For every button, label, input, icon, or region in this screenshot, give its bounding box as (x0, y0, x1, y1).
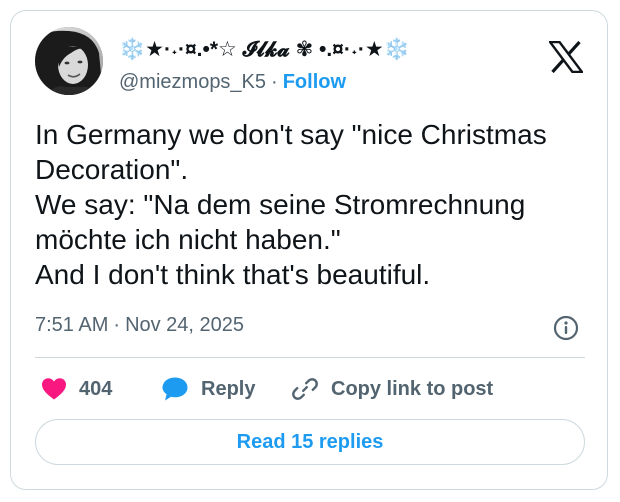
author-handle[interactable]: @miezmops_K5 (119, 71, 266, 93)
x-logo-icon[interactable] (547, 40, 585, 74)
follow-button[interactable]: Follow (283, 71, 346, 93)
divider (35, 357, 585, 358)
tweet-text-line: In Germany we don't say "nice Christmas (35, 119, 547, 150)
link-icon (292, 378, 318, 400)
speech-bubble-icon (162, 377, 188, 401)
tweet-text-line: And I don't think that's beautiful. (35, 259, 431, 290)
reply-label: Reply (201, 377, 256, 400)
read-replies-label: Read 15 replies (236, 430, 384, 453)
avatar[interactable] (35, 27, 103, 95)
tweet-text-line: Decoration". (35, 154, 189, 185)
copy-link-label: Copy link to post (331, 377, 494, 400)
info-icon[interactable] (552, 314, 580, 342)
tweet-text-line: We say: "Na dem seine Stromrechnung (35, 189, 526, 220)
avatar-photo (35, 27, 103, 95)
heart-icon (42, 378, 66, 400)
author-display-name[interactable]: ❄️★·˖·¤.•*☆ 𝓘𝓵𝓴𝓪 ✾ •.¤·˖·★❄️ (119, 37, 410, 63)
meta-separator: · (271, 71, 278, 93)
copy-link-button[interactable]: Copy link to post (291, 373, 493, 405)
timestamp-separator: · (113, 314, 121, 336)
tweet-time: 7:51 AM (35, 314, 109, 336)
reply-button[interactable]: Reply (161, 373, 255, 405)
like-count: 404 (79, 377, 113, 400)
tweet-date: Nov 24, 2025 (125, 314, 245, 336)
tweet-card: ❄️★·˖·¤.•*☆ 𝓘𝓵𝓴𝓪 ✾ •.¤·˖·★❄️ @miezmops_K… (10, 10, 608, 490)
author-meta: @miezmops_K5 · Follow (119, 69, 346, 95)
like-button[interactable]: 404 (41, 373, 112, 405)
read-replies-button[interactable]: Read 15 replies (35, 419, 585, 465)
tweet-timestamp[interactable]: 7:51 AM · Nov 24, 2025 (35, 312, 244, 338)
tweet-text: In Germany we don't say "nice Christmas … (35, 117, 595, 292)
tweet-text-line: möchte ich nicht haben." (35, 224, 341, 255)
